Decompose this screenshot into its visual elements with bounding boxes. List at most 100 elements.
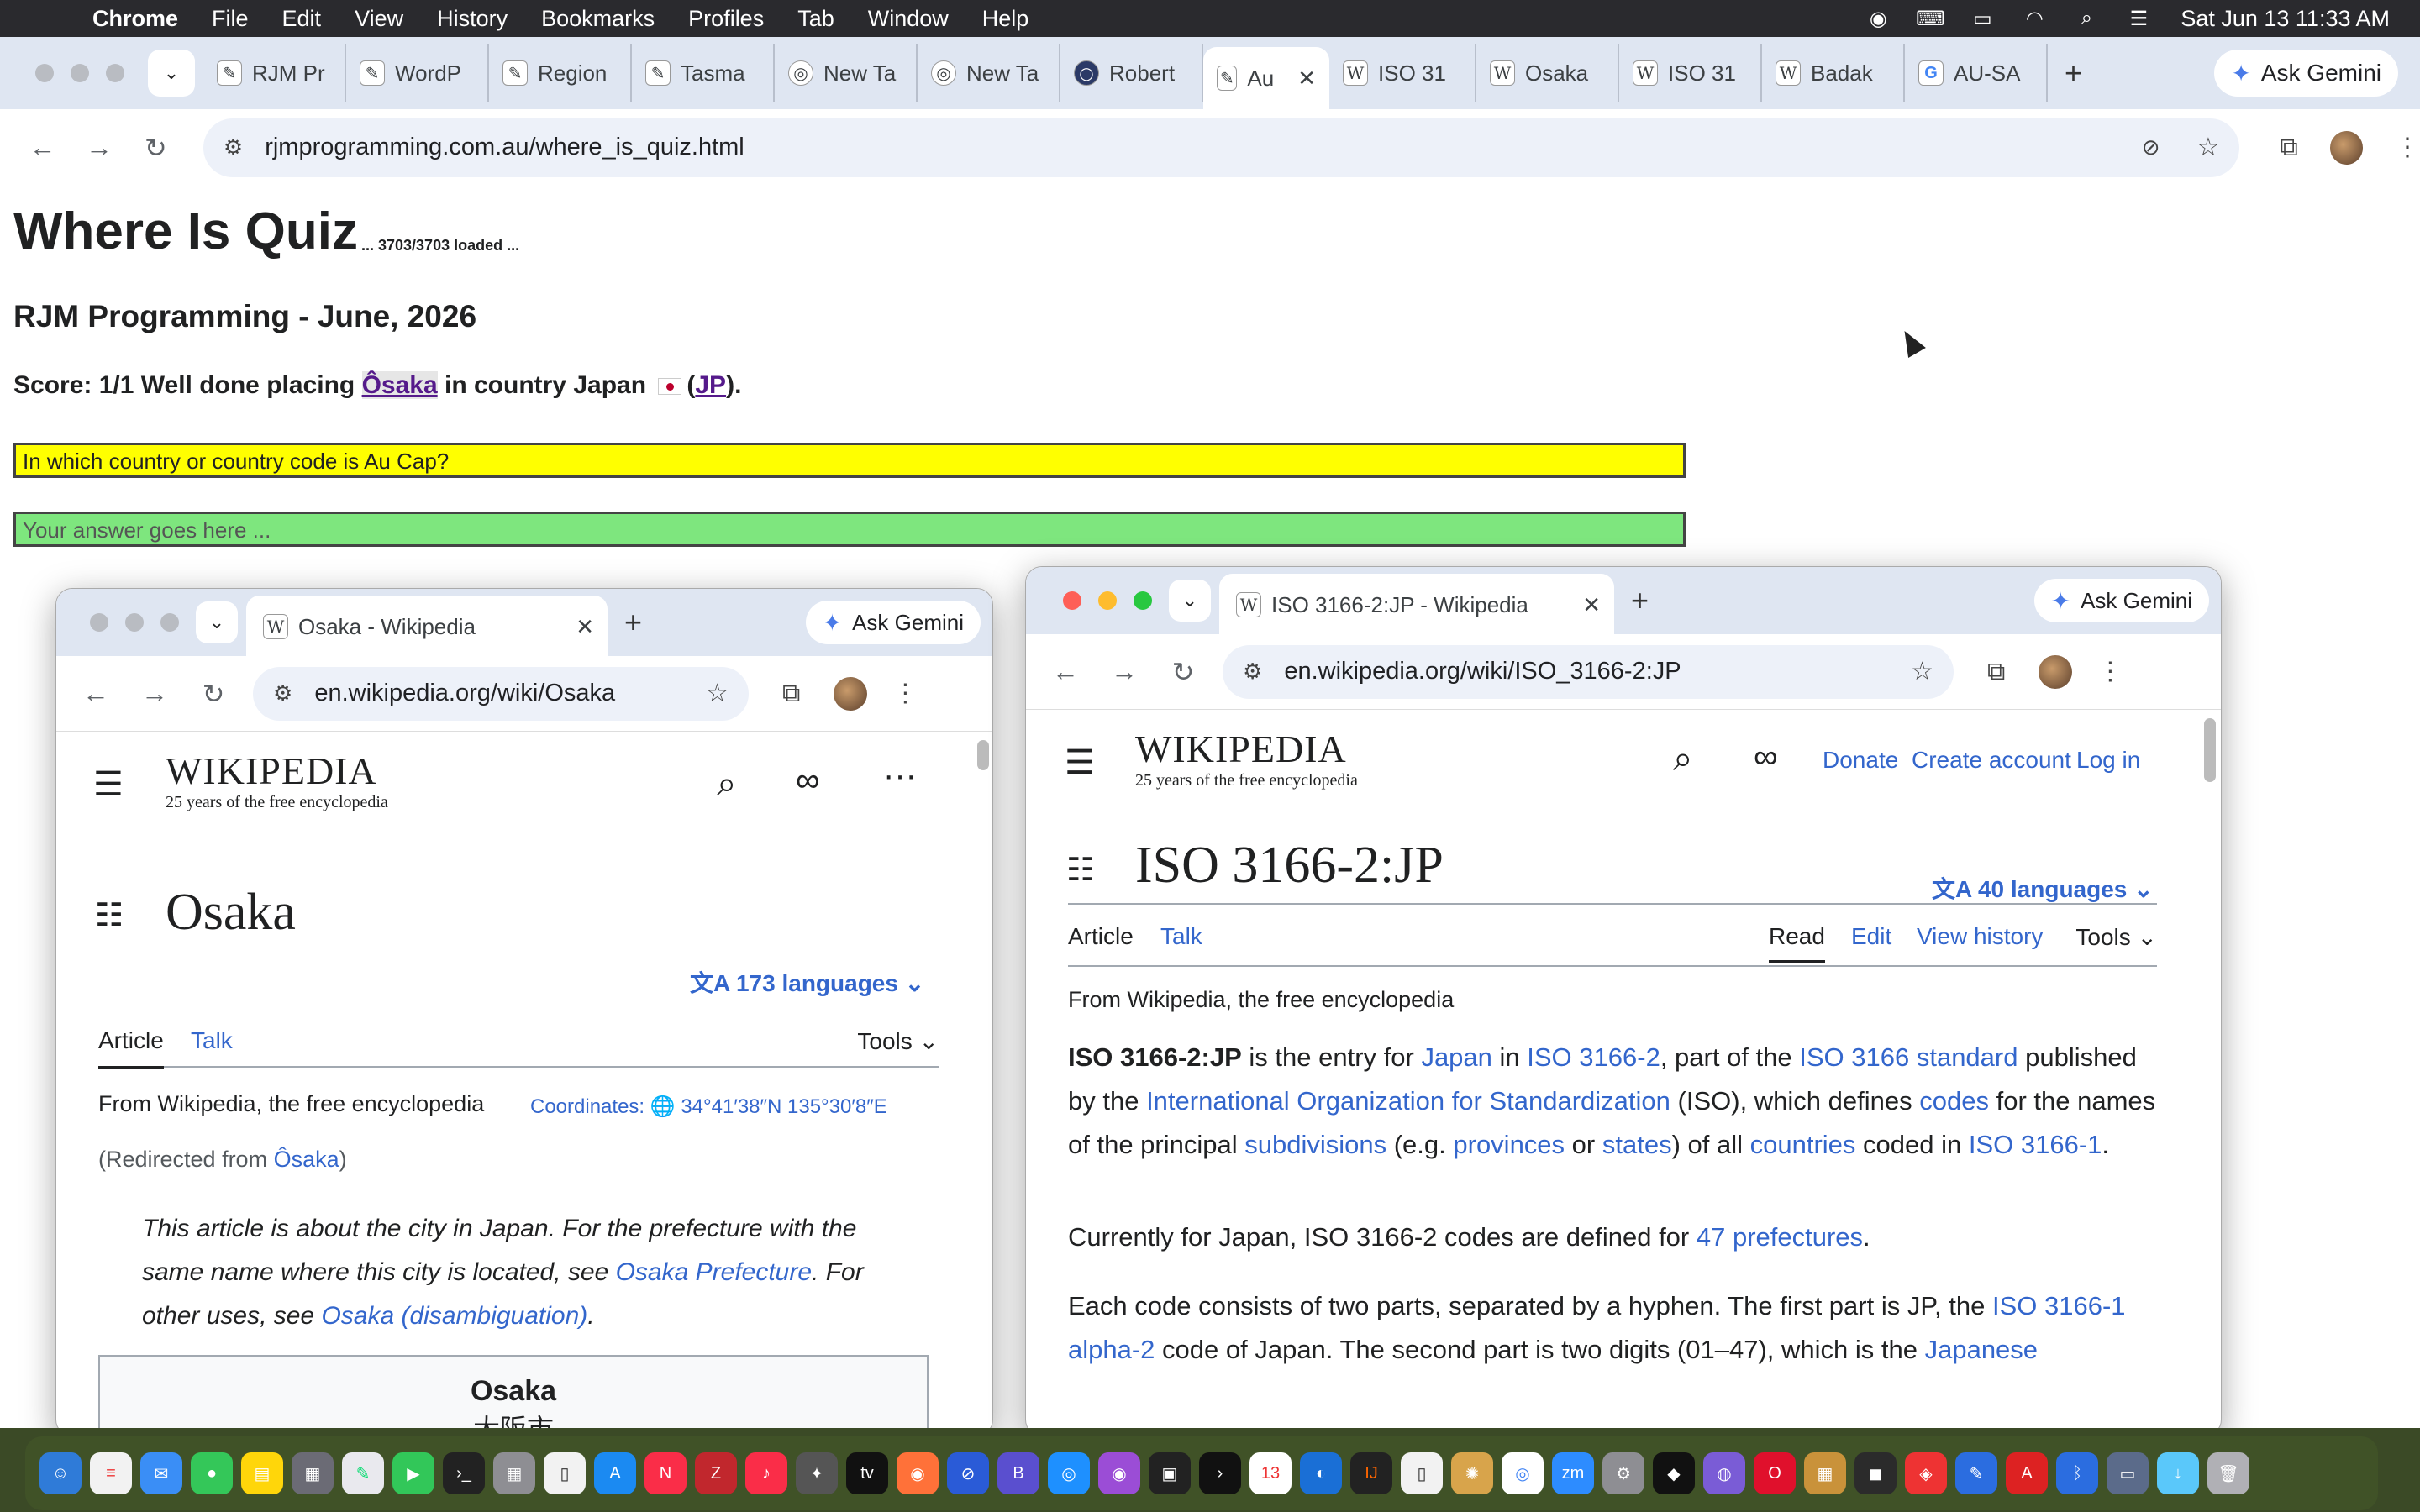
tab-edit[interactable]: Edit (1851, 923, 1891, 950)
console-icon[interactable]: ▣ (1149, 1452, 1191, 1494)
zoom-window-button[interactable] (106, 64, 124, 82)
close-window-button[interactable] (90, 613, 108, 632)
new-tab-plus-icon[interactable]: + (1631, 583, 1649, 618)
iso-3166-standard-link[interactable]: ISO 3166 standard (1799, 1042, 2018, 1072)
tab-region[interactable]: ✎ Region (489, 44, 632, 102)
countries-link[interactable]: countries (1750, 1130, 1856, 1159)
bluetooth-icon[interactable]: ᛒ (2056, 1452, 2098, 1494)
facetime-icon[interactable]: ▶ (392, 1452, 434, 1494)
ask-gemini-button[interactable]: ✦ Ask Gemini (2033, 579, 2209, 622)
forward-arrow-icon[interactable]: → (140, 678, 169, 709)
back-arrow-icon[interactable]: ← (29, 132, 56, 163)
appearance-glasses-icon[interactable]: ∞ (796, 762, 820, 800)
close-tab-icon[interactable]: ✕ (1297, 66, 1316, 92)
tab-active-au[interactable]: ✎ Au ✕ (1203, 47, 1329, 109)
tab-search-chevron-icon[interactable]: ⌄ (196, 601, 238, 643)
ask-gemini-button[interactable]: ✦ Ask Gemini (2214, 50, 2398, 97)
tab-rjm-1[interactable]: ✎ RJM Pr (203, 44, 346, 102)
messages-icon[interactable]: ● (191, 1452, 233, 1494)
address-bar[interactable]: ⚙ rjmprogramming.com.au/where_is_quiz.ht… (203, 118, 2240, 177)
bookmark-star-icon[interactable]: ☆ (1911, 657, 1933, 686)
extensions-puzzle-icon[interactable]: ⧉ (782, 680, 800, 708)
tab-new-2[interactable]: ◎ New Ta (918, 44, 1060, 102)
osaka-prefecture-link[interactable]: Osaka Prefecture (616, 1258, 812, 1286)
codes-link[interactable]: codes (1919, 1086, 1989, 1116)
more-menu-icon[interactable]: ⋮ (892, 679, 918, 708)
new-tab-plus-icon[interactable]: + (624, 605, 642, 640)
address-url[interactable]: en.wikipedia.org/wiki/ISO_3166-2:JP (1284, 658, 1681, 685)
bookmark-star-icon[interactable]: ☆ (2197, 133, 2220, 162)
archive-icon[interactable]: ▦ (1804, 1452, 1846, 1494)
tab-badak[interactable]: W Badak (1762, 44, 1905, 102)
scrollbar-thumb[interactable] (2204, 718, 2216, 782)
safari-icon[interactable]: ◎ (1048, 1452, 1090, 1494)
music-icon[interactable]: ♪ (745, 1452, 787, 1494)
scrollbar-thumb[interactable] (977, 740, 989, 770)
donate-link[interactable]: Donate (1823, 747, 1898, 774)
login-link[interactable]: Log in (2076, 747, 2140, 774)
wifi-icon[interactable]: ◠ (2018, 7, 2051, 30)
subdivisions-link[interactable]: subdivisions (1244, 1130, 1386, 1159)
redirect-link[interactable]: Ôsaka (274, 1147, 339, 1172)
back-arrow-icon[interactable]: ← (82, 678, 110, 709)
close-window-button[interactable] (35, 64, 54, 82)
tab-iso-2[interactable]: W ISO 31 (1619, 44, 1762, 102)
japan-link[interactable]: Japan (1421, 1042, 1491, 1072)
filezilla-icon[interactable]: Z (695, 1452, 737, 1494)
address-bar[interactable]: ⚙ en.wikipedia.org/wiki/Osaka ☆ (253, 666, 749, 721)
close-tab-icon[interactable]: ✕ (576, 614, 594, 640)
site-info-icon[interactable]: ⚙ (273, 680, 292, 706)
iso-organization-link[interactable]: International Organization for Standardi… (1146, 1086, 1670, 1116)
menu-help[interactable]: Help (982, 6, 1029, 32)
profile-avatar[interactable] (2329, 130, 2364, 165)
extensions-puzzle-icon[interactable]: ⧉ (1987, 658, 2005, 686)
toc-list-icon[interactable]: ☷ (1066, 851, 1095, 889)
colorsync-icon[interactable]: ✺ (1451, 1452, 1493, 1494)
zoom-window-button[interactable] (160, 613, 179, 632)
blocker-icon[interactable]: ⊘ (947, 1452, 989, 1494)
terminal-2-icon[interactable]: › (1199, 1452, 1241, 1494)
search-icon[interactable]: ⌕ (717, 764, 737, 805)
menu-history[interactable]: History (437, 6, 508, 32)
terminal-icon[interactable]: ›_ (443, 1452, 485, 1494)
site-info-icon[interactable]: ⚙ (224, 134, 243, 160)
extensions-puzzle-icon[interactable]: ⧉ (2280, 134, 2297, 162)
close-window-button[interactable] (1063, 591, 1081, 610)
menu-window[interactable]: Window (868, 6, 949, 32)
minimize-window-button[interactable] (1098, 591, 1117, 610)
reload-icon[interactable]: ↻ (1169, 656, 1197, 688)
close-tab-icon[interactable]: ✕ (1582, 592, 1601, 618)
more-options-icon[interactable]: ··· (883, 757, 917, 795)
document-icon[interactable]: ▯ (544, 1452, 586, 1494)
app-store-icon[interactable]: A (594, 1452, 636, 1494)
trash-icon[interactable]: 🗑 (2207, 1452, 2249, 1494)
freeform-icon[interactable]: ✎ (342, 1452, 384, 1494)
chrome-dock-icon[interactable]: ◎ (1502, 1452, 1544, 1494)
menu-clock[interactable]: Sat Jun 13 11:33 AM (2181, 6, 2390, 32)
news-icon[interactable]: N (644, 1452, 687, 1494)
menu-tab[interactable]: Tab (797, 6, 834, 32)
tab-search-chevron-icon[interactable]: ⌄ (148, 50, 195, 97)
bbedit-icon[interactable]: B (997, 1452, 1039, 1494)
search-icon[interactable]: ⌕ (1673, 738, 1693, 780)
reminders-icon[interactable]: ≡ (90, 1452, 132, 1494)
zoom-window-button[interactable] (1134, 591, 1152, 610)
xcode-icon[interactable]: ✎ (1955, 1452, 1997, 1494)
profile-avatar[interactable] (834, 676, 868, 711)
battery-icon[interactable]: ▭ (1965, 7, 1999, 30)
compass-icon[interactable]: ◈ (1905, 1452, 1947, 1494)
tracking-off-icon[interactable]: ⊘ (2142, 134, 2160, 160)
country-code-link[interactable]: JP (695, 371, 726, 399)
calculator-icon[interactable]: ▦ (493, 1452, 535, 1494)
ask-gemini-button[interactable]: ✦ Ask Gemini (805, 601, 981, 644)
tab-talk[interactable]: Talk (191, 1027, 233, 1054)
more-menu-icon[interactable]: ⋮ (2097, 657, 2123, 686)
question-field[interactable]: In which country or country code is Au C… (13, 443, 1686, 478)
tab-au-sa[interactable]: G AU-SA (1905, 44, 2048, 102)
firefox-icon[interactable]: ◉ (897, 1452, 939, 1494)
provinces-link[interactable]: provinces (1453, 1130, 1565, 1159)
iso-3166-1-link[interactable]: ISO 3166-1 (1969, 1130, 2102, 1159)
inkscape-icon[interactable]: ◆ (1653, 1452, 1695, 1494)
address-url[interactable]: en.wikipedia.org/wiki/Osaka (314, 680, 615, 707)
file-icon[interactable]: ▯ (1401, 1452, 1443, 1494)
